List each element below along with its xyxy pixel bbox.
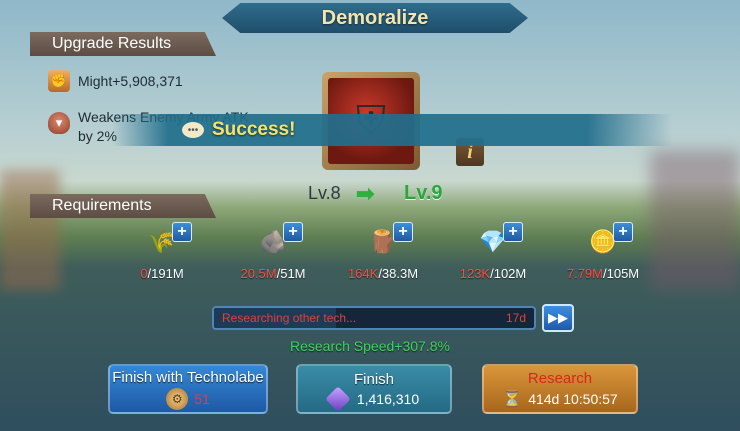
upgrade-results-label: Upgrade Results: [30, 32, 216, 56]
technolabe-count: 51: [194, 390, 210, 407]
research-screen: Demoralize Upgrade Results ✊ Might+5,908…: [0, 0, 740, 431]
research-progress-bar: Researching other tech... 17d: [212, 306, 536, 330]
fast-forward-button[interactable]: ▶▶: [542, 304, 574, 332]
speech-bubble-icon: •••: [182, 122, 204, 138]
add-timber-button[interactable]: +: [393, 222, 413, 242]
gold-icon: 🪙 +: [581, 222, 633, 260]
wheat-icon: 🌾 +: [140, 222, 192, 260]
timber-icon: 🪵 +: [361, 222, 413, 260]
arrow-right-icon: ➡: [356, 181, 375, 206]
research-speed: Research Speed+307.8%: [290, 338, 450, 354]
finish-button[interactable]: Finish 1,416,310: [296, 364, 452, 414]
add-stone-button[interactable]: +: [283, 222, 303, 242]
gem-icon: [325, 385, 351, 412]
stone-amount: 20.5M/51M: [240, 266, 306, 281]
might-value: Might+5,908,371: [78, 73, 183, 89]
progress-time: 17d: [505, 311, 526, 325]
requirement-stone: 🪨 + 20.5M/51M: [218, 222, 328, 281]
add-ore-button[interactable]: +: [503, 222, 523, 242]
requirements-label: Requirements: [30, 194, 216, 218]
page-title: Demoralize: [321, 6, 429, 29]
finish-label: Finish: [353, 370, 394, 388]
shield-icon: ▾: [48, 112, 70, 134]
requirement-gold: 🪙 + 7.79M/105M: [548, 222, 658, 281]
progress-status: Researching other tech...: [222, 311, 357, 325]
finish-with-technolabe-button[interactable]: Finish with Technolabe ⚙ 51: [108, 364, 268, 414]
success-banner: ••• Success!: [112, 114, 672, 146]
background-decoration: [650, 150, 740, 290]
hourglass-icon: ⏳: [502, 390, 523, 408]
requirement-food: 🌾 + 0/191M: [107, 222, 217, 281]
title-banner: Demoralize: [222, 3, 528, 33]
research-label: Research: [527, 369, 593, 387]
add-food-button[interactable]: +: [172, 222, 192, 242]
research-time: 414d 10:50:57: [528, 390, 618, 407]
research-button[interactable]: Research ⏳ 414d 10:50:57: [482, 364, 638, 414]
timber-amount: 164K/38.3M: [347, 266, 419, 281]
fast-forward-icon: ▶▶: [548, 310, 568, 325]
success-text: Success!: [212, 119, 296, 140]
stone-icon: 🪨 +: [251, 222, 303, 260]
technolabe-label: Finish with Technolabe: [112, 368, 264, 386]
ore-amount: 123K/102M: [459, 266, 527, 281]
requirement-ore: 💎 + 123K/102M: [438, 222, 548, 281]
might-result: ✊ Might+5,908,371: [48, 70, 183, 92]
food-amount: 0/191M: [140, 266, 184, 281]
add-gold-button[interactable]: +: [613, 222, 633, 242]
ore-icon: 💎 +: [471, 222, 523, 260]
current-level: Lv.8: [308, 183, 341, 203]
gold-amount: 7.79M/105M: [566, 266, 640, 281]
gear-icon: ⚙: [166, 387, 189, 410]
fist-icon: ✊: [48, 70, 70, 92]
gem-cost: 1,416,310: [356, 390, 420, 407]
requirement-timber: 🪵 + 164K/38.3M: [328, 222, 438, 281]
background-decoration: [0, 170, 60, 290]
next-level: Lv.9: [404, 182, 443, 204]
